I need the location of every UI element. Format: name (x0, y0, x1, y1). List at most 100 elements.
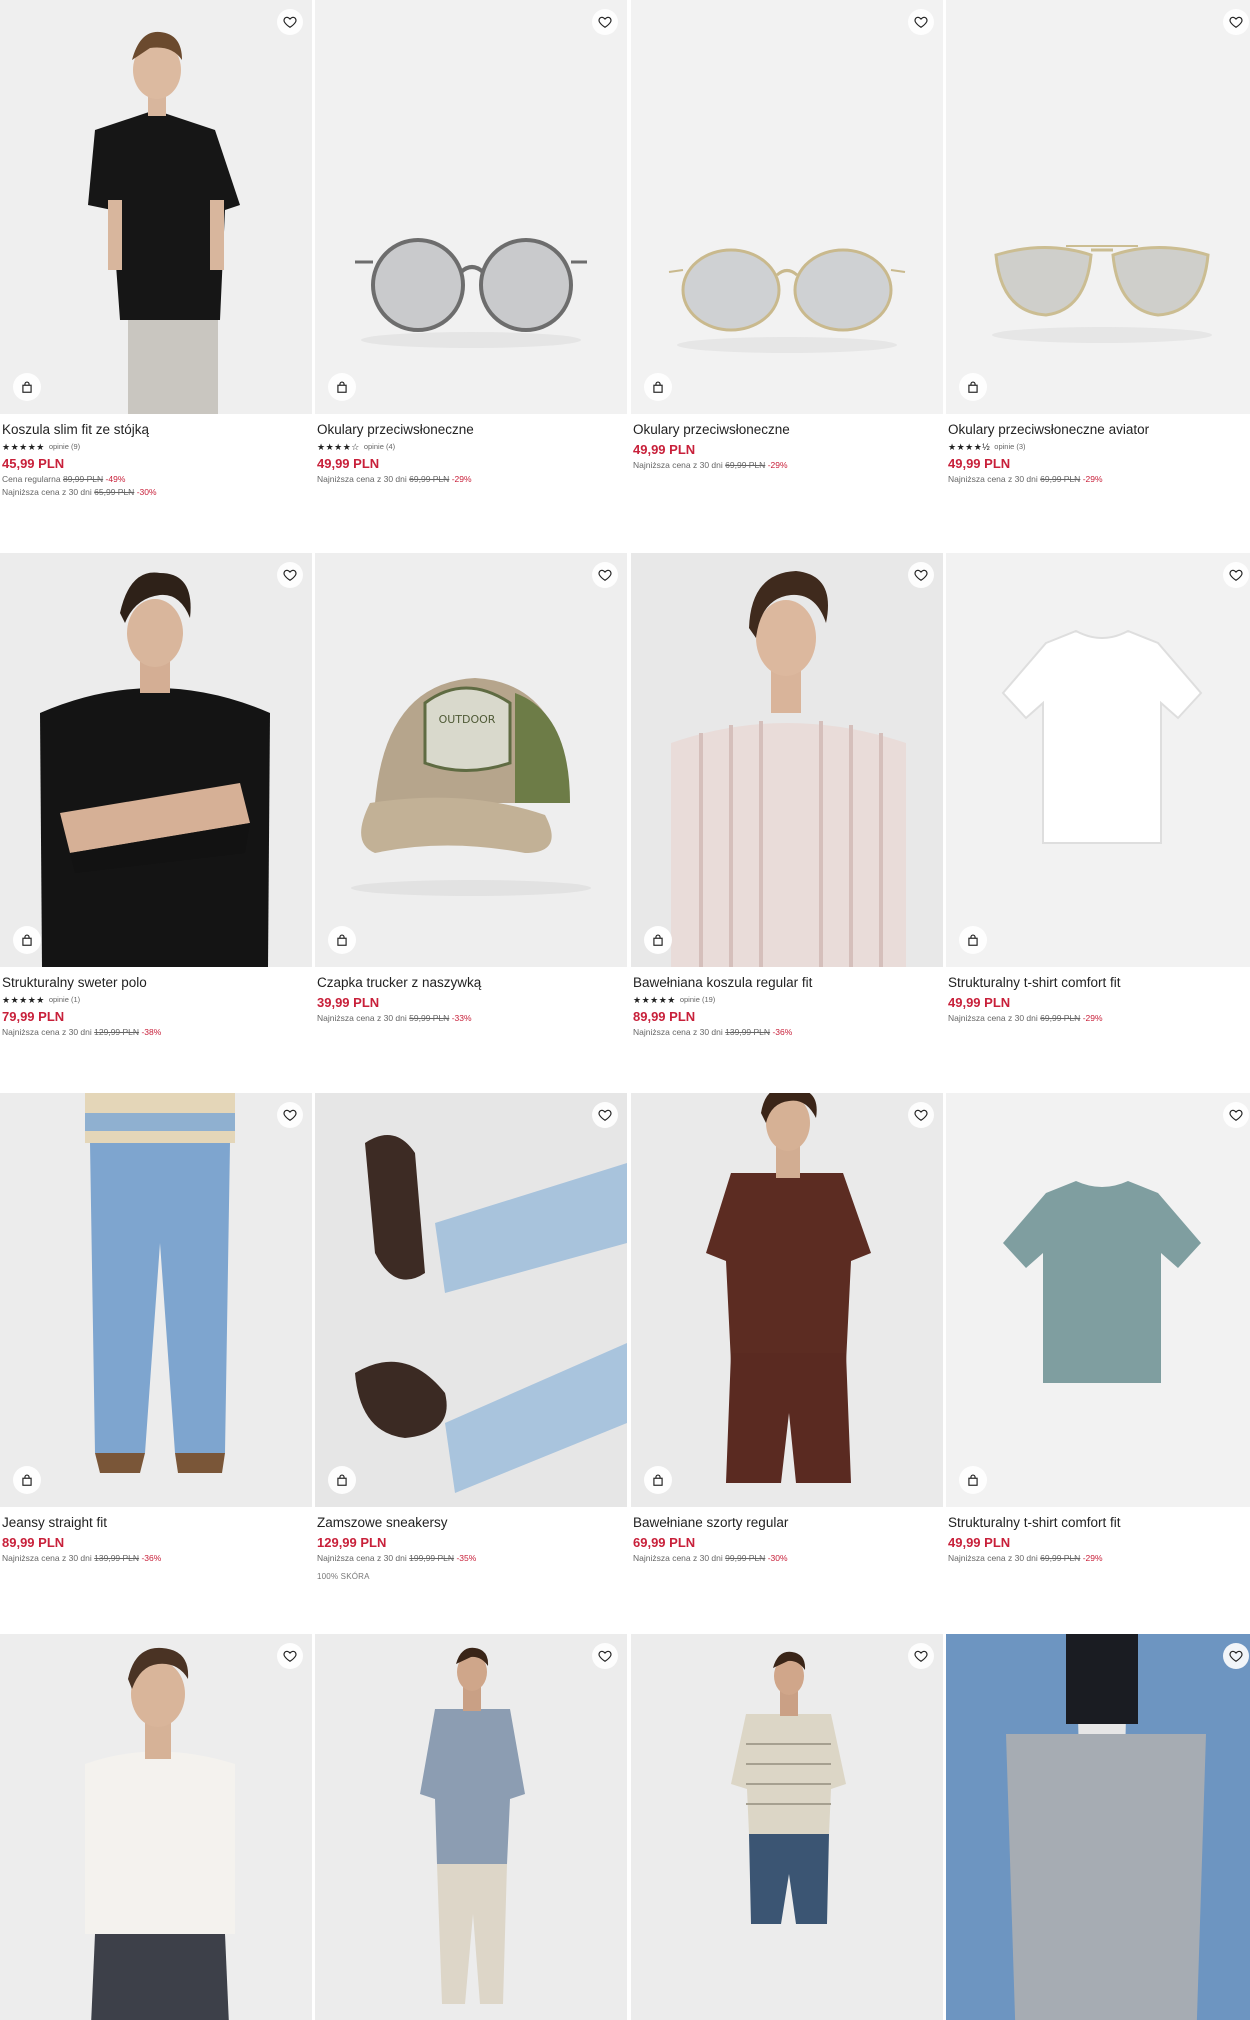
product-card[interactable]: Strukturalny t-shirt comfort fit 49,99 P… (946, 1093, 1250, 1564)
shopping-bag-icon[interactable] (13, 373, 41, 401)
product-image[interactable] (631, 1093, 943, 1507)
product-price: 49,99 PLN (948, 456, 1011, 471)
shopping-bag-icon[interactable] (13, 926, 41, 954)
product-name[interactable]: Czapka trucker z naszywką (317, 975, 625, 991)
product-image[interactable] (946, 553, 1250, 967)
product-card[interactable] (315, 1634, 627, 2020)
product-card[interactable]: Jeansy straight fit 89,99 PLN Najniższa … (0, 1093, 312, 1564)
heart-icon[interactable] (908, 562, 934, 588)
product-image[interactable] (946, 1093, 1250, 1507)
product-image[interactable] (315, 1634, 627, 2020)
product-image[interactable] (631, 553, 943, 967)
product-image[interactable] (0, 553, 312, 967)
product-price: 69,99 PLN (633, 1535, 696, 1550)
product-photo (0, 0, 312, 414)
shopping-bag-icon[interactable] (644, 926, 672, 954)
heart-icon[interactable] (592, 562, 618, 588)
heart-icon[interactable] (1223, 9, 1249, 35)
product-name[interactable]: Okulary przeciwsłoneczne (317, 422, 625, 438)
heart-icon[interactable] (1223, 562, 1249, 588)
product-photo (0, 553, 312, 967)
shopping-bag-icon[interactable] (959, 373, 987, 401)
price-note: Cena regularna 89,99 PLN -49% (2, 474, 126, 484)
review-count[interactable]: opinie (19) (680, 995, 715, 1004)
product-image[interactable] (631, 1634, 943, 2020)
product-info: Jeansy straight fit 89,99 PLN Najniższa … (0, 1507, 312, 1564)
product-image[interactable] (631, 0, 943, 414)
product-card[interactable] (0, 1634, 312, 2020)
shopping-bag-icon[interactable] (959, 926, 987, 954)
heart-icon[interactable] (908, 1102, 934, 1128)
product-card[interactable]: Okulary przeciwsłoneczne ★★★★☆ opinie (4… (315, 0, 627, 485)
product-info: Okulary przeciwsłoneczne ★★★★☆ opinie (4… (315, 414, 627, 485)
review-count[interactable]: opinie (1) (49, 995, 80, 1004)
price-note: Najniższa cena z 30 dni 129,99 PLN -38% (2, 1027, 162, 1037)
heart-icon[interactable] (592, 9, 618, 35)
product-name[interactable]: Bawełniane szorty regular (633, 1515, 941, 1531)
heart-icon[interactable] (277, 562, 303, 588)
product-name[interactable]: Jeansy straight fit (2, 1515, 310, 1531)
heart-icon[interactable] (277, 1643, 303, 1669)
product-photo (315, 0, 627, 414)
shopping-bag-icon[interactable] (959, 1466, 987, 1494)
product-name[interactable]: Strukturalny t-shirt comfort fit (948, 975, 1250, 991)
product-card[interactable]: Zamszowe sneakersy 129,99 PLN Najniższa … (315, 1093, 627, 1581)
heart-icon[interactable] (277, 1102, 303, 1128)
product-card[interactable]: Koszula slim fit ze stójką ★★★★★ opinie … (0, 0, 312, 498)
product-rating: ★★★★★ opinie (19) (633, 994, 941, 1005)
product-image[interactable] (315, 0, 627, 414)
product-photo (631, 0, 943, 414)
heart-icon[interactable] (592, 1102, 618, 1128)
shopping-bag-icon[interactable] (328, 1466, 356, 1494)
product-card[interactable]: Okulary przeciwsłoneczne 49,99 PLN Najni… (631, 0, 943, 471)
product-price: 39,99 PLN (317, 995, 380, 1010)
material-tag: 100% SKÓRA (317, 1572, 370, 1581)
product-image[interactable] (0, 0, 312, 414)
shopping-bag-icon[interactable] (13, 1466, 41, 1494)
product-name[interactable]: Strukturalny sweter polo (2, 975, 310, 991)
product-image[interactable] (0, 1093, 312, 1507)
product-name[interactable]: Bawełniana koszula regular fit (633, 975, 941, 991)
product-name[interactable]: Koszula slim fit ze stójką (2, 422, 310, 438)
product-card[interactable] (631, 1634, 943, 2020)
shopping-bag-icon[interactable] (328, 373, 356, 401)
product-name[interactable]: Okulary przeciwsłoneczne (633, 422, 941, 438)
product-name[interactable]: Zamszowe sneakersy (317, 1515, 625, 1531)
product-price: 89,99 PLN (633, 1009, 696, 1024)
product-card[interactable]: Okulary przeciwsłoneczne aviator ★★★★½ o… (946, 0, 1250, 485)
product-card[interactable]: Bawełniana koszula regular fit ★★★★★ opi… (631, 553, 943, 1038)
product-card[interactable]: Strukturalny t-shirt comfort fit 49,99 P… (946, 553, 1250, 1024)
product-info: Strukturalny t-shirt comfort fit 49,99 P… (946, 967, 1250, 1024)
heart-icon[interactable] (908, 1643, 934, 1669)
product-card[interactable]: Bawełniane szorty regular 69,99 PLN Najn… (631, 1093, 943, 1564)
price-note: Najniższa cena z 30 dni 69,99 PLN -29% (317, 474, 472, 484)
heart-icon[interactable] (1223, 1102, 1249, 1128)
shopping-bag-icon[interactable] (644, 1466, 672, 1494)
rating-stars: ★★★★☆ (317, 441, 360, 452)
product-photo (946, 1634, 1250, 2020)
review-count[interactable]: opinie (3) (994, 442, 1025, 451)
product-photo (631, 1093, 943, 1507)
heart-icon[interactable] (908, 9, 934, 35)
product-card[interactable]: Strukturalny sweter polo ★★★★★ opinie (1… (0, 553, 312, 1038)
review-count[interactable]: opinie (4) (364, 442, 395, 451)
heart-icon[interactable] (1223, 1643, 1249, 1669)
heart-icon[interactable] (277, 9, 303, 35)
price-note: Najniższa cena z 30 dni 139,99 PLN -36% (633, 1027, 793, 1037)
product-image[interactable] (315, 1093, 627, 1507)
shopping-bag-icon[interactable] (328, 926, 356, 954)
price-note: Najniższa cena z 30 dni 59,99 PLN -33% (317, 1013, 472, 1023)
product-image[interactable] (0, 1634, 312, 2020)
price-note: Najniższa cena z 30 dni 69,99 PLN -29% (948, 1553, 1103, 1563)
product-name[interactable]: Okulary przeciwsłoneczne aviator (948, 422, 1250, 438)
product-image[interactable]: OUTDOOR (315, 553, 627, 967)
product-price: 49,99 PLN (948, 1535, 1011, 1550)
product-card[interactable]: OUTDOOR Czapka trucker z naszywką 39,99 … (315, 553, 627, 1024)
shopping-bag-icon[interactable] (644, 373, 672, 401)
heart-icon[interactable] (592, 1643, 618, 1669)
product-card[interactable] (946, 1634, 1250, 2020)
product-image[interactable] (946, 0, 1250, 414)
product-name[interactable]: Strukturalny t-shirt comfort fit (948, 1515, 1250, 1531)
product-image[interactable] (946, 1634, 1250, 2020)
review-count[interactable]: opinie (9) (49, 442, 80, 451)
